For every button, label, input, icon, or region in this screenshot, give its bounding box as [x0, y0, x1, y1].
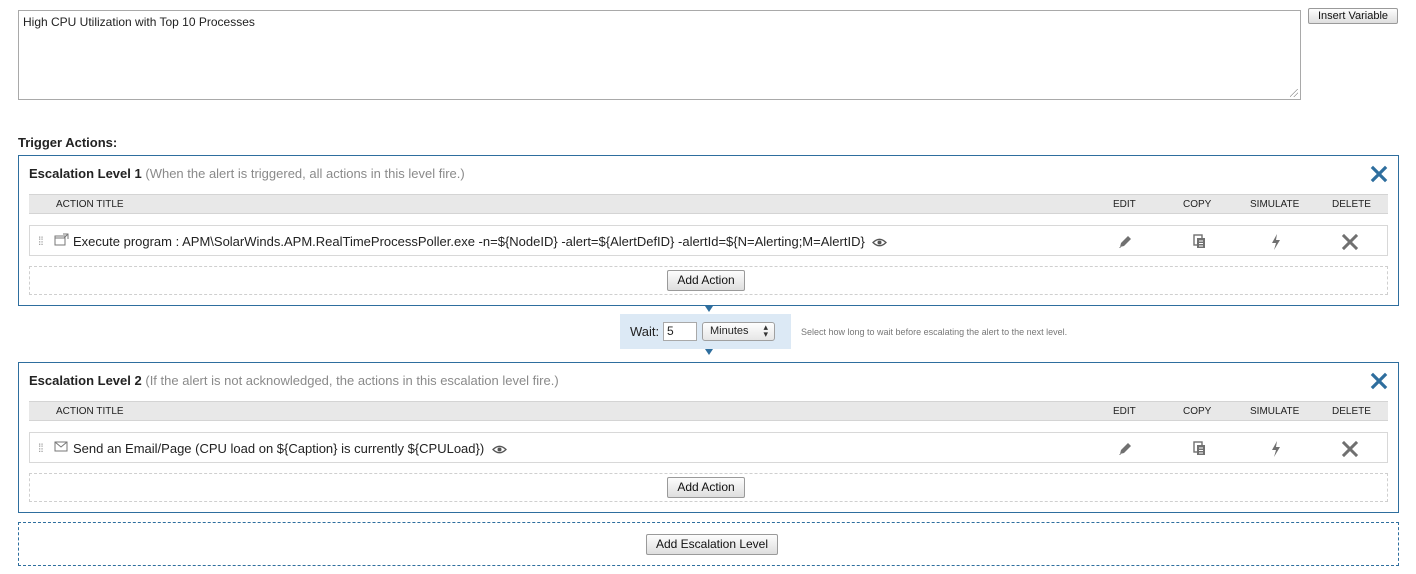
escalation-level-2: Escalation Level 2 (If the alert is not …: [18, 362, 1399, 513]
arrow-down-icon: [705, 306, 713, 312]
arrow-down-icon: [705, 349, 713, 355]
trigger-actions-heading: Trigger Actions:: [18, 135, 118, 150]
add-escalation-level-button[interactable]: Add Escalation Level: [646, 534, 778, 555]
add-escalation-level-zone: Add Escalation Level: [18, 522, 1399, 566]
wait-unit-value: Minutes: [710, 325, 749, 337]
escalation-level-subtitle: (When the alert is triggered, all action…: [145, 166, 465, 181]
escalation-level-header: Escalation Level 1 (When the alert is tr…: [29, 166, 465, 181]
delete-x-icon[interactable]: [1341, 233, 1359, 251]
message-textarea[interactable]: High CPU Utilization with Top 10 Process…: [18, 10, 1301, 100]
escalation-level-title: Escalation Level 2: [29, 373, 142, 388]
column-simulate: SIMULATE: [1250, 199, 1300, 210]
wait-panel: Wait: 5 Minutes ▴ ▾: [620, 314, 791, 349]
escalation-level-1: Escalation Level 1 (When the alert is tr…: [18, 155, 1399, 306]
simulate-lightning-icon[interactable]: [1267, 233, 1285, 251]
wait-hint: Select how long to wait before escalatin…: [801, 327, 1068, 337]
actions-table-header: ACTION TITLE EDIT COPY SIMULATE DELETE: [29, 401, 1388, 421]
close-icon[interactable]: [1370, 372, 1388, 390]
column-action-title: ACTION TITLE: [56, 406, 124, 417]
column-copy: COPY: [1183, 406, 1212, 417]
add-action-zone: Add Action: [29, 473, 1388, 502]
action-title-text: Send an Email/Page (CPU load on ${Captio…: [73, 441, 485, 456]
add-action-zone: Add Action: [29, 266, 1388, 295]
close-icon[interactable]: [1370, 165, 1388, 183]
column-edit: EDIT: [1113, 199, 1136, 210]
escalation-level-header: Escalation Level 2 (If the alert is not …: [29, 373, 559, 388]
action-title: Send an Email/Page (CPU load on ${Captio…: [73, 441, 507, 456]
preview-eye-icon[interactable]: [872, 238, 888, 247]
wait-duration-input[interactable]: 5: [663, 322, 697, 341]
column-edit: EDIT: [1113, 406, 1136, 417]
select-arrows-icon: ▴ ▾: [763, 322, 768, 339]
column-delete: DELETE: [1332, 406, 1371, 417]
action-row: ⁞⁞ Send an Email/Page (CPU load on ${Cap…: [29, 432, 1388, 463]
escalation-level-subtitle: (If the alert is not acknowledged, the a…: [145, 373, 559, 388]
copy-icon[interactable]: [1191, 233, 1209, 251]
action-title: Execute program : APM\SolarWinds.APM.Rea…: [73, 234, 888, 249]
message-text: High CPU Utilization with Top 10 Process…: [23, 15, 255, 29]
wait-label: Wait:: [630, 324, 660, 339]
action-title-text: Execute program : APM\SolarWinds.APM.Rea…: [73, 234, 865, 249]
simulate-lightning-icon[interactable]: [1267, 440, 1285, 458]
add-action-button[interactable]: Add Action: [667, 477, 745, 498]
execute-program-icon: [54, 233, 69, 246]
resize-handle-icon[interactable]: [1290, 89, 1298, 97]
email-icon: [54, 441, 68, 452]
column-action-title: ACTION TITLE: [56, 199, 124, 210]
actions-table-header: ACTION TITLE EDIT COPY SIMULATE DELETE: [29, 194, 1388, 214]
drag-handle-icon[interactable]: ⁞⁞: [38, 234, 44, 248]
delete-x-icon[interactable]: [1341, 440, 1359, 458]
column-copy: COPY: [1183, 199, 1212, 210]
edit-pencil-icon[interactable]: [1116, 233, 1134, 251]
add-action-button[interactable]: Add Action: [667, 270, 745, 291]
column-simulate: SIMULATE: [1250, 406, 1300, 417]
copy-icon[interactable]: [1191, 440, 1209, 458]
column-delete: DELETE: [1332, 199, 1371, 210]
drag-handle-icon[interactable]: ⁞⁞: [38, 441, 44, 455]
preview-eye-icon[interactable]: [491, 445, 507, 454]
edit-pencil-icon[interactable]: [1116, 440, 1134, 458]
wait-unit-select[interactable]: Minutes ▴ ▾: [702, 322, 775, 341]
insert-variable-button[interactable]: Insert Variable: [1308, 8, 1398, 24]
escalation-level-title: Escalation Level 1: [29, 166, 142, 181]
action-row: ⁞⁞ Execute program : APM\SolarWinds.APM.…: [29, 225, 1388, 256]
